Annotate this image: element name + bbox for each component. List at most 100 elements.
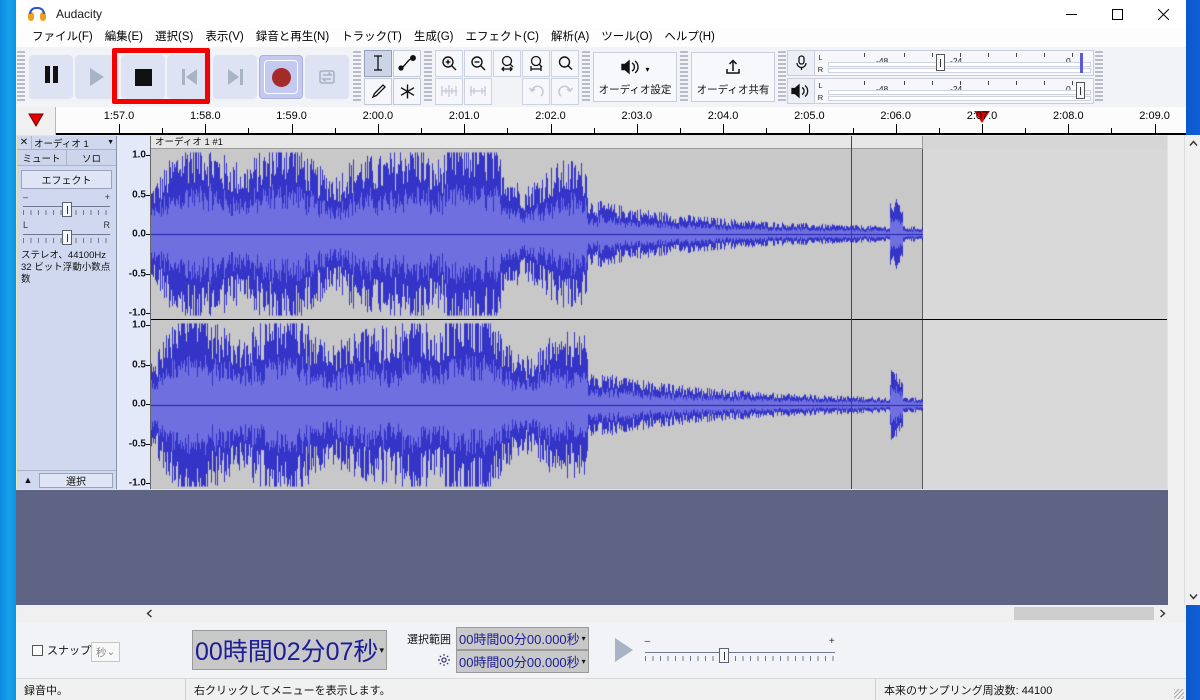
effects-button[interactable]: エフェクト [21, 170, 112, 189]
skip-to-start-button[interactable] [167, 55, 211, 99]
tools-toolbar-grip[interactable] [353, 51, 361, 103]
menu-effect[interactable]: エフェクト(C) [459, 28, 544, 47]
menu-tools[interactable]: ツール(O) [595, 28, 658, 47]
vertical-scrollbar[interactable] [1184, 135, 1200, 605]
scroll-right-button[interactable] [1154, 605, 1170, 622]
track-select-button[interactable]: 選択 [39, 472, 113, 488]
silence-audio-button[interactable] [464, 77, 492, 105]
gain-slider-knob[interactable] [61, 202, 72, 217]
clip-title-bar[interactable]: オーディオ 1 #1 [151, 136, 923, 149]
playback-meter-thumb[interactable] [1076, 82, 1085, 99]
snap-unit-select[interactable]: 秒 ⌄ [91, 642, 121, 662]
scroll-left-button[interactable] [141, 605, 157, 622]
scroll-up-button[interactable] [1185, 135, 1200, 152]
vertical-ruler-tick [146, 273, 150, 275]
selection-start-field[interactable]: 00時間00分00.000秒 ▾ [455, 627, 589, 650]
menu-analyze[interactable]: 解析(A) [545, 28, 595, 47]
menu-view[interactable]: 表示(V) [199, 28, 249, 47]
timeline-minor-tick [507, 128, 509, 133]
timeline-major-tick [723, 124, 725, 133]
playback-speed-knob[interactable] [719, 648, 730, 663]
pan-slider[interactable]: L R [23, 221, 110, 245]
pan-slider-knob[interactable] [61, 230, 72, 245]
fit-project-button[interactable] [522, 49, 550, 77]
waveform-area[interactable]: オーディオ 1 #1 [151, 136, 1167, 489]
track-close-button[interactable]: ✕ [17, 137, 31, 148]
menu-help[interactable]: ヘルプ(H) [658, 28, 720, 47]
selection-tool-button[interactable] [364, 49, 392, 77]
playback-meter[interactable]: LR -48 -24 0 [787, 78, 1094, 104]
scroll-down-button[interactable] [1185, 588, 1200, 605]
selection-start-caret[interactable]: ▾ [582, 634, 586, 643]
toolbar-end-grip[interactable] [1095, 51, 1103, 103]
menu-select[interactable]: 選択(S) [149, 28, 199, 47]
fit-selection-button[interactable] [493, 49, 521, 77]
audio-setup-button[interactable]: ▾ オーディオ設定 [593, 52, 677, 102]
solo-button[interactable]: ソロ [67, 150, 116, 165]
horizontal-scrollbar[interactable] [16, 605, 1186, 622]
menu-generate[interactable]: 生成(G) [408, 28, 460, 47]
meter-toolbar-grip[interactable] [778, 51, 786, 103]
transport-toolbar-grip[interactable] [17, 51, 25, 103]
draw-tool-button[interactable] [364, 77, 392, 105]
envelope-tool-button[interactable] [393, 49, 421, 77]
vertical-ruler-tick [146, 234, 150, 235]
track-panel-area: ✕ オーディオ 1 ▼ ミュート ソロ エフェクト – + L R ステレオ、4… [16, 135, 1168, 605]
menu-transport[interactable]: 録音と再生(N) [250, 28, 335, 47]
redo-button[interactable] [551, 77, 579, 105]
menu-file[interactable]: ファイル(F) [26, 28, 99, 47]
skip-to-end-button[interactable] [213, 55, 257, 99]
waveform-channel-right[interactable] [151, 320, 1167, 489]
mute-button[interactable]: ミュート [17, 150, 67, 165]
undo-button[interactable] [522, 77, 550, 105]
zoom-in-button[interactable] [435, 49, 463, 77]
resize-grip[interactable] [1174, 689, 1184, 699]
gear-icon[interactable] [437, 653, 451, 670]
maximize-button[interactable] [1094, 0, 1140, 28]
play-button[interactable] [75, 55, 119, 99]
play-at-speed-button[interactable] [603, 629, 645, 671]
waveform-channel-left[interactable] [151, 149, 1167, 319]
selection-end-field[interactable]: 00時間00分00.000秒 ▾ [455, 650, 589, 673]
menu-edit[interactable]: 編集(E) [99, 28, 149, 47]
window-title: Audacity [56, 7, 103, 21]
audio-setup-toolbar-grip[interactable] [582, 51, 590, 103]
pause-button[interactable] [29, 55, 73, 99]
timeline-ruler[interactable]: 1:57.0 1:58.0 1:59.0 2:00.0 2:01.0 2:02.0 2:03… [56, 107, 1186, 135]
recording-meter-channels: LR [815, 50, 826, 76]
recording-meter[interactable]: LR -48 -24 0 [787, 50, 1094, 76]
minimize-button[interactable] [1048, 0, 1094, 28]
snap-checkbox-row[interactable]: スナップ [32, 642, 91, 658]
track-name-dropdown[interactable]: オーディオ 1 ▼ [31, 135, 116, 150]
track-collapse-button[interactable]: ▲ [17, 475, 39, 485]
edit-toolbar-grip[interactable] [424, 51, 432, 103]
share-audio-toolbar-grip[interactable] [680, 51, 688, 103]
zoom-toggle-button[interactable] [551, 49, 579, 77]
zoom-out-button[interactable] [464, 49, 492, 77]
audio-position-caret[interactable]: ▾ [379, 645, 384, 656]
pan-left-label: L [23, 220, 29, 230]
horizontal-scrollbar-thumb[interactable] [1014, 607, 1154, 620]
status-hint-message: 右クリックしてメニューを表示します。 [186, 678, 876, 700]
stop-button[interactable] [121, 55, 165, 99]
selection-toolbar: 選択範囲 00時間00分00.000秒 ▾ 00時間00分00.000秒 ▾ [403, 624, 593, 676]
audio-position-display[interactable]: 00時間02分07秒 ▾ [192, 630, 387, 670]
track-name-label: オーディオ 1 [34, 138, 89, 150]
gain-minus-label: – [23, 192, 29, 202]
snap-checkbox[interactable] [32, 644, 43, 656]
gain-slider[interactable]: – + [23, 193, 110, 217]
record-button[interactable] [259, 55, 303, 99]
trim-audio-button[interactable] [435, 77, 463, 105]
playback-speed-slider[interactable]: – + [644, 637, 835, 663]
menu-tracks[interactable]: トラック(T) [335, 28, 408, 47]
pinned-play-head-icon[interactable] [16, 107, 56, 135]
audio-setup-toolbar: ▾ オーディオ設定 [591, 47, 679, 107]
share-audio-button[interactable]: オーディオ共有 [691, 52, 775, 102]
multi-tool-button[interactable] [393, 77, 421, 105]
recording-meter-thumb[interactable] [936, 54, 945, 71]
vertical-ruler[interactable]: 1.0 0.5 0.0 -0.5 -1.0 1.0 0.5 0.0 -0.5 -1.0 [117, 136, 151, 489]
timeline-label: 1:57.0 [103, 110, 135, 122]
selection-end-caret[interactable]: ▾ [582, 657, 586, 666]
close-button[interactable] [1140, 0, 1186, 28]
loop-button[interactable] [305, 55, 349, 99]
